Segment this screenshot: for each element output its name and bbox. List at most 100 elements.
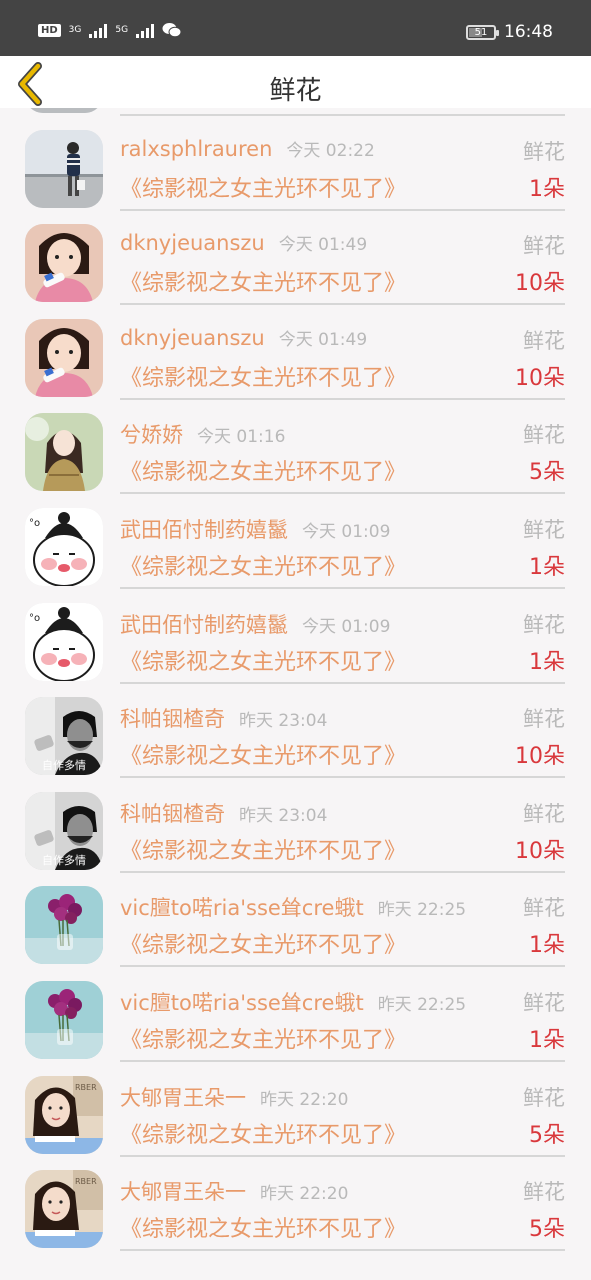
signal-icon bbox=[89, 22, 108, 38]
avatar[interactable]: 自作多情 bbox=[25, 697, 103, 776]
list-item[interactable]: dknyjeuanszu 今天 01:49 鲜花《综影视之女主光环不见了》 10朵 bbox=[0, 301, 591, 400]
flower-record-list[interactable]: ralxsphlrauren今天 02:22鲜花《综影视之女主光环不见了》1朵r… bbox=[0, 108, 591, 1280]
user-name[interactable]: 科帕铟楂奇 昨天 23:04 bbox=[120, 703, 327, 733]
status-bar: HD 3G 5G 51 16:48 bbox=[0, 0, 591, 56]
hd-icon: HD bbox=[38, 23, 61, 37]
list-item[interactable]: °o 武田佰忖制药嬉鬣 今天 01:09 鲜花 《综影视之女主光环不见了》 1朵 bbox=[0, 490, 591, 589]
flower-quantity: 10朵 bbox=[515, 744, 565, 770]
nav-bar: 鲜花 bbox=[0, 56, 591, 108]
avatar-caption: 自作多情 bbox=[42, 759, 86, 773]
list-item[interactable]: 兮娇娇 今天 01:16 鲜花 《综影视之女主光环不见了》 5朵 bbox=[0, 395, 591, 495]
timestamp: 今天 01:09 bbox=[302, 521, 391, 542]
book-title-link[interactable]: 《综影视之女主光环不见了》 bbox=[120, 360, 406, 392]
user-name[interactable]: vic膻to喏ria'sse耸cre蛾t 昨天 22:25 bbox=[120, 987, 466, 1017]
flower-quantity: 1朵 bbox=[529, 649, 565, 675]
gift-type-label: 鲜花 bbox=[523, 1180, 565, 1205]
gift-type-label: 鲜花 bbox=[523, 990, 565, 1015]
gift-type-label: 鲜花 bbox=[523, 707, 565, 732]
avatar[interactable] bbox=[25, 129, 103, 208]
avatar[interactable] bbox=[25, 980, 103, 1059]
book-title-link[interactable]: 《综影视之女主光环不见了》 bbox=[120, 927, 406, 959]
user-name[interactable]: 武田佰忖制药嬉鬣 今天 01:09 bbox=[120, 609, 390, 639]
book-title-link[interactable]: 《综影视之女主光环不见了》 bbox=[120, 265, 406, 297]
book-title-link[interactable]: 《综影视之女主光环不见了》 bbox=[120, 833, 406, 865]
user-name[interactable]: 兮娇娇 今天 01:16 bbox=[120, 419, 285, 449]
list-item[interactable]: 自作多情 科帕铟楂奇 昨天 23:04 鲜花《综影视之女主光环不见了》 10朵 bbox=[0, 679, 591, 779]
list-item[interactable]: RBER 大郇胃王朵一 昨天 22:20 鲜花《综影视之女主光环不见了》 5朵 bbox=[0, 1152, 591, 1252]
gift-type-label: 鲜花 bbox=[523, 139, 565, 164]
gift-type-label: 鲜花 bbox=[523, 423, 565, 448]
user-name[interactable]: vic膻to喏ria'sse耸cre蛾t 昨天 22:25 bbox=[120, 892, 466, 922]
flower-quantity: 10朵 bbox=[515, 838, 565, 864]
avatar[interactable]: °o bbox=[25, 602, 103, 681]
timestamp: 昨天 22:25 bbox=[377, 994, 467, 1015]
list-item[interactable]: dknyjeuanszu 今天 01:49 鲜花《综影视之女主光环不见了》 10朵 bbox=[0, 206, 591, 306]
user-name-text: 武田佰忖制药嬉鬣 bbox=[120, 517, 288, 542]
user-name-text: dknyjeuanszu bbox=[120, 325, 265, 350]
user-name[interactable]: dknyjeuanszu 今天 01:49 bbox=[120, 325, 367, 350]
book-title-link[interactable]: 《综影视之女主光环不见了》 bbox=[120, 1022, 406, 1054]
timestamp: 今天 01:49 bbox=[278, 329, 368, 350]
user-name[interactable]: 科帕铟楂奇 昨天 23:04 bbox=[120, 798, 327, 828]
avatar-caption: 自作多情 bbox=[42, 853, 86, 867]
flower-quantity: 10朵 bbox=[515, 271, 565, 297]
clock: 16:48 bbox=[504, 22, 553, 42]
gift-type-label: 鲜花 bbox=[523, 234, 565, 259]
gift-type-label: 鲜花 bbox=[523, 896, 565, 921]
flower-quantity: 1朵 bbox=[529, 1027, 565, 1053]
gift-type-label: 鲜花 bbox=[523, 517, 565, 542]
book-title-link[interactable]: 《综影视之女主光环不见了》 bbox=[120, 171, 406, 203]
wechat-icon bbox=[162, 23, 182, 38]
flower-quantity: 1朵 bbox=[529, 933, 565, 959]
user-name[interactable]: 大郇胃王朵一 昨天 22:20 bbox=[120, 1082, 348, 1112]
list-item[interactable]: vic膻to喏ria'sse耸cre蛾t 昨天 22:25 鲜花《综影视之女主光环不… bbox=[0, 963, 591, 1062]
svg-text:RBER: RBER bbox=[75, 1083, 97, 1092]
list-item[interactable]: ralxsphlrauren 今天 02:22 鲜花《综影视之女主光环不见了》 1朵 bbox=[0, 112, 591, 211]
page-title: 鲜花 bbox=[269, 76, 322, 106]
timestamp: 昨天 22:20 bbox=[260, 1089, 349, 1110]
timestamp: 昨天 23:04 bbox=[239, 805, 328, 826]
timestamp: 昨天 22:20 bbox=[260, 1184, 349, 1205]
book-title-link[interactable]: 《综影视之女主光环不见了》 bbox=[120, 644, 406, 676]
list-item[interactable]: 自作多情 科帕铟楂奇 昨天 23:04 鲜花 《综影视之女主光环不见了》 10朵 bbox=[0, 774, 591, 873]
book-title-link[interactable]: 《综影视之女主光环不见了》 bbox=[120, 454, 406, 486]
avatar[interactable]: RBER bbox=[25, 1170, 103, 1249]
timestamp: 今天 02:22 bbox=[286, 140, 375, 161]
user-name[interactable]: 武田佰忖制药嬉鬣 今天 01:09 bbox=[120, 514, 390, 544]
timestamp: 昨天 22:25 bbox=[377, 900, 467, 921]
user-name-text: ralxsphlrauren bbox=[120, 136, 273, 161]
svg-text:°o: °o bbox=[29, 613, 40, 624]
timestamp: 今天 01:16 bbox=[197, 427, 286, 448]
user-name[interactable]: ralxsphlrauren 今天 02:22 bbox=[120, 136, 375, 161]
avatar[interactable] bbox=[25, 318, 103, 397]
user-name[interactable]: 大郇胃王朵一 昨天 22:20 bbox=[120, 1176, 348, 1206]
list-item[interactable]: vic膻to喏ria'sse耸cre蛾t 昨天 22:25 鲜花《综影视之女主光环不… bbox=[0, 868, 591, 968]
list-item[interactable]: RBER 大郇胃王朵一 昨天 22:20 鲜花《综影视之女主光环不见了》 5朵 bbox=[0, 1058, 591, 1157]
user-name-text: 科帕铟楂奇 bbox=[120, 707, 225, 732]
user-name[interactable]: dknyjeuanszu 今天 01:49 bbox=[120, 230, 367, 255]
signal-icon bbox=[136, 22, 155, 38]
user-name-text: 大郇胃王朵一 bbox=[120, 1085, 246, 1110]
avatar[interactable]: 自作多情 bbox=[25, 791, 103, 870]
list-item[interactable]: °o 武田佰忖制药嬉鬣 今天 01:09 鲜花 《综影视之女主光环不见了》 1朵 bbox=[0, 585, 591, 684]
flower-quantity: 5朵 bbox=[529, 1122, 565, 1148]
book-title-link[interactable]: 《综影视之女主光环不见了》 bbox=[120, 1117, 406, 1149]
book-title-link[interactable]: 《综影视之女主光环不见了》 bbox=[120, 738, 406, 770]
avatar[interactable] bbox=[25, 224, 103, 303]
gift-type-label: 鲜花 bbox=[523, 1085, 565, 1110]
avatar[interactable] bbox=[25, 413, 103, 492]
avatar[interactable] bbox=[25, 886, 103, 965]
avatar[interactable]: RBER bbox=[25, 1075, 103, 1154]
flower-quantity: 10朵 bbox=[515, 365, 565, 391]
timestamp: 昨天 23:04 bbox=[239, 711, 328, 732]
user-name-text: 武田佰忖制药嬉鬣 bbox=[120, 612, 288, 637]
user-name-text: 大郇胃王朵一 bbox=[120, 1180, 246, 1205]
gift-type-label: 鲜花 bbox=[523, 328, 565, 353]
avatar[interactable]: °o bbox=[25, 507, 103, 586]
user-name-text: vic膻to喏ria'sse耸cre蛾t bbox=[120, 896, 364, 921]
book-title-link[interactable]: 《综影视之女主光环不见了》 bbox=[120, 549, 406, 581]
sim2-label: 5G bbox=[115, 25, 129, 35]
book-title-link[interactable]: 《综影视之女主光环不见了》 bbox=[120, 1211, 406, 1243]
flower-quantity: 5朵 bbox=[529, 1217, 565, 1243]
status-right-group: 51 16:48 bbox=[466, 22, 553, 42]
